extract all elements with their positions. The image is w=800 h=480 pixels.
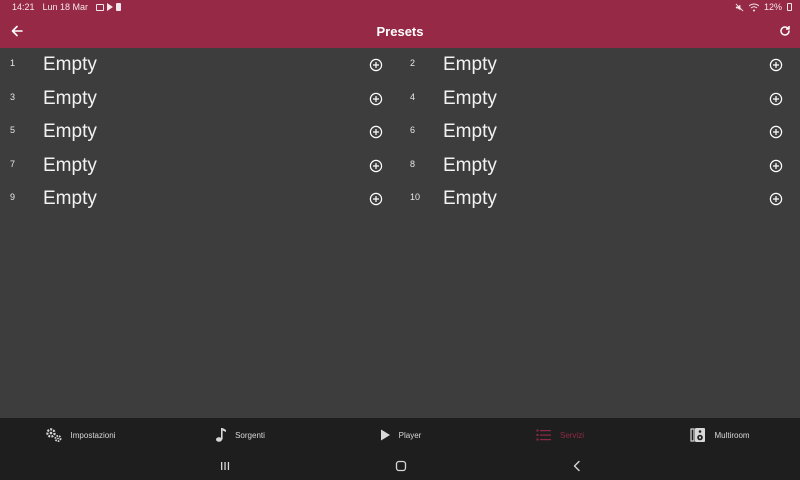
preset-9[interactable]: 9 Empty xyxy=(0,182,400,216)
add-circle-icon[interactable] xyxy=(769,192,783,206)
preset-5[interactable]: 5 Empty xyxy=(0,115,400,149)
speaker-icon xyxy=(690,428,706,442)
chevron-left-icon xyxy=(573,460,580,472)
add-circle-icon[interactable] xyxy=(769,58,783,72)
nav-item-servizi[interactable]: Servizi xyxy=(480,418,640,452)
preset-label: Empty xyxy=(443,154,497,176)
preset-number: 4 xyxy=(410,91,416,102)
nav-item-impostazioni[interactable]: Impostazioni xyxy=(0,418,160,452)
nav-item-sorgenti[interactable]: Sorgenti xyxy=(160,418,320,452)
add-circle-icon[interactable] xyxy=(769,159,783,173)
preset-number: 9 xyxy=(10,192,16,203)
nav-label: Sorgenti xyxy=(235,430,265,440)
refresh-button[interactable] xyxy=(776,22,794,40)
nav-item-multiroom[interactable]: Multiroom xyxy=(640,418,800,452)
preset-1[interactable]: 1 Empty xyxy=(0,48,400,82)
preset-label: Empty xyxy=(43,121,97,143)
play-icon xyxy=(380,429,390,441)
system-nav-bar xyxy=(0,452,800,480)
home-button[interactable] xyxy=(393,458,409,474)
notification-icons xyxy=(96,3,122,11)
preset-10[interactable]: 10 Empty xyxy=(400,182,800,216)
gears-icon xyxy=(45,428,62,442)
preset-number: 10 xyxy=(410,192,421,203)
bottom-nav: Impostazioni Sorgenti Player Servizi Mul… xyxy=(0,418,800,452)
add-circle-icon[interactable] xyxy=(769,125,783,139)
preset-label: Empty xyxy=(43,87,97,109)
add-circle-icon[interactable] xyxy=(369,159,383,173)
preset-6[interactable]: 6 Empty xyxy=(400,115,800,149)
preset-label: Empty xyxy=(443,87,497,109)
add-circle-icon[interactable] xyxy=(769,92,783,106)
back-nav-button[interactable] xyxy=(569,458,585,474)
nav-label: Impostazioni xyxy=(70,430,116,440)
preset-8[interactable]: 8 Empty xyxy=(400,149,800,183)
status-time: 14:21 xyxy=(12,2,35,12)
status-date: Lun 18 Mar xyxy=(42,2,89,12)
home-icon xyxy=(395,460,407,472)
preset-7[interactable]: 7 Empty xyxy=(0,149,400,183)
preset-label: Empty xyxy=(443,121,497,143)
preset-2[interactable]: 2 Empty xyxy=(400,48,800,82)
preset-number: 8 xyxy=(410,158,416,169)
wifi-icon xyxy=(748,3,759,11)
preset-number: 2 xyxy=(410,58,416,68)
preset-label: Empty xyxy=(43,54,97,75)
app-bar: Presets xyxy=(0,14,800,48)
presets-grid: 1 Empty 2 Empty 3 Empty 4 Empty 5 Empty … xyxy=(0,48,800,216)
battery-percent: 12% xyxy=(763,2,782,12)
battery-notification-icon xyxy=(116,3,122,11)
nav-item-player[interactable]: Player xyxy=(320,418,480,452)
add-circle-icon[interactable] xyxy=(369,192,383,206)
preset-number: 5 xyxy=(10,125,16,136)
add-circle-icon[interactable] xyxy=(369,125,383,139)
arrow-back-icon xyxy=(11,25,23,37)
music-note-icon xyxy=(216,428,227,442)
add-circle-icon[interactable] xyxy=(369,92,383,106)
preset-label: Empty xyxy=(443,54,497,75)
image-notification-icon xyxy=(96,3,105,11)
preset-3[interactable]: 3 Empty xyxy=(0,82,400,116)
status-bar: 14:21 Lun 18 Mar 12% xyxy=(0,0,800,14)
preset-number: 3 xyxy=(10,91,16,102)
preset-label: Empty xyxy=(43,188,97,210)
presets-content: 1 Empty 2 Empty 3 Empty 4 Empty 5 Empty … xyxy=(0,48,800,418)
refresh-icon xyxy=(780,26,790,36)
battery-icon xyxy=(787,3,792,11)
mute-icon xyxy=(735,3,744,11)
play-store-notification-icon xyxy=(107,3,114,11)
preset-number: 6 xyxy=(410,125,416,136)
back-button[interactable] xyxy=(8,22,26,40)
recent-apps-icon xyxy=(221,462,230,470)
preset-label: Empty xyxy=(443,188,497,210)
recent-apps-button[interactable] xyxy=(217,458,233,474)
nav-label: Player xyxy=(398,430,422,440)
add-circle-icon[interactable] xyxy=(369,58,383,72)
preset-number: 7 xyxy=(10,158,16,169)
preset-4[interactable]: 4 Empty xyxy=(400,82,800,116)
preset-label: Empty xyxy=(43,154,97,176)
preset-number: 1 xyxy=(10,58,16,68)
nav-label: Servizi xyxy=(559,430,584,440)
list-icon xyxy=(536,429,551,441)
nav-label: Multiroom xyxy=(714,430,750,440)
page-title: Presets xyxy=(376,23,424,39)
